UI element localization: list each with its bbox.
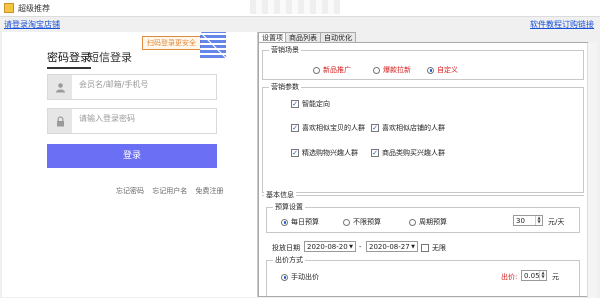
blurred-tab-area: [250, 0, 340, 14]
forgot-username-link[interactable]: 忘记用户名: [152, 187, 187, 195]
budget-unlimited[interactable]: 不限预算: [343, 217, 381, 227]
radio-icon[interactable]: [313, 66, 320, 74]
app-icon: [4, 3, 14, 13]
user-icon: [48, 75, 72, 99]
login-panel: 密码登录 短信登录 扫码登录更安全 登录 忘记密码 忘记用户名 免费注册: [2, 32, 258, 297]
budget-title: 预算设置: [273, 202, 305, 212]
login-shop-link[interactable]: 请登录淘宝店铺: [4, 19, 60, 30]
bidding-title: 出价方式: [273, 255, 305, 265]
window-title: 超级推荐: [18, 4, 50, 13]
basic-info-title: 基本信息: [264, 190, 296, 200]
login-button[interactable]: 登录: [47, 144, 217, 168]
budget-period[interactable]: 周期预算: [409, 217, 447, 227]
scene-option-hot[interactable]: 爆款拉新: [373, 65, 411, 75]
param-similar-items[interactable]: ✓ 喜欢相似宝贝的人群: [291, 123, 365, 133]
checkbox-checked-icon[interactable]: ✓: [291, 100, 299, 108]
bid-unit: 元: [552, 273, 559, 281]
bidding-manual[interactable]: 手动出价: [281, 272, 319, 282]
password-input[interactable]: [77, 113, 211, 124]
budget-value-input[interactable]: 30 ▲ ▼: [513, 215, 543, 226]
qr-code-icon[interactable]: [200, 32, 226, 58]
checkbox-checked-icon[interactable]: ✓: [371, 124, 379, 132]
marketing-params-title: 营销参数: [269, 82, 301, 92]
order-link[interactable]: 订购链接: [562, 19, 594, 30]
top-link-bar: 请登录淘宝店铺 软件教程 订购链接: [0, 16, 600, 32]
param-similar-shops[interactable]: ✓ 喜欢相似店铺的人群: [371, 123, 445, 133]
start-date-picker[interactable]: 2020-08-20 ▼: [304, 241, 356, 252]
bid-value-input[interactable]: 0.05 ▲ ▼: [521, 270, 547, 281]
spinner-icon[interactable]: ▲ ▼: [539, 271, 546, 280]
scene-option-custom[interactable]: 自定义: [427, 65, 458, 75]
basic-info-group: 基本信息 预算设置 每日预算 不限预算 周期预算 30 ▲ ▼ 元/天 投放日期 …: [262, 190, 584, 297]
radio-icon[interactable]: [343, 218, 350, 226]
budget-unit: 元/天: [548, 218, 565, 226]
date-separator: -: [359, 243, 362, 251]
bid-label: 出价:: [501, 273, 518, 281]
username-input[interactable]: [77, 79, 211, 90]
radio-selected-icon[interactable]: [281, 273, 288, 281]
radio-icon[interactable]: [409, 218, 416, 226]
title-bar: 超级推荐: [0, 0, 600, 17]
checkbox-checked-icon[interactable]: ✓: [291, 149, 299, 157]
lock-icon: [48, 109, 72, 133]
forgot-password-link[interactable]: 忘记密码: [116, 187, 144, 195]
chevron-down-icon[interactable]: ▼: [411, 242, 415, 252]
checkbox-checked-icon[interactable]: ✓: [291, 124, 299, 132]
password-field[interactable]: [47, 108, 217, 134]
checkbox-icon[interactable]: [421, 244, 429, 252]
qr-login-tip: 扫码登录更安全: [142, 36, 201, 50]
radio-selected-icon[interactable]: [427, 66, 434, 74]
budget-group: 预算设置 每日预算 不限预算 周期预算 30 ▲ ▼ 元/天: [266, 202, 580, 233]
radio-selected-icon[interactable]: [281, 218, 288, 226]
end-date-picker[interactable]: 2020-08-27 ▼: [366, 241, 418, 252]
scene-option-new[interactable]: 新品推广: [313, 65, 351, 75]
spinner-icon[interactable]: ▲ ▼: [535, 216, 542, 225]
vertical-scrollbar[interactable]: [587, 43, 597, 298]
radio-icon[interactable]: [373, 66, 380, 74]
login-help-links: 忘记密码 忘记用户名 免费注册: [116, 186, 229, 196]
settings-tab-page: 营销场景 新品推广 爆款拉新 自定义 营销参数 ✓ 智能定向 ✓ 喜欢相似宝贝的人群…: [258, 42, 597, 298]
unlimited-date-checkbox[interactable]: 无限: [421, 243, 446, 253]
marketing-scene-title: 营销场景: [269, 45, 301, 55]
marketing-scene-group: 营销场景 新品推广 爆款拉新 自定义: [262, 45, 584, 80]
param-purchase-interest[interactable]: ✓ 商品类购买兴趣人群: [371, 148, 445, 158]
budget-daily[interactable]: 每日预算: [281, 217, 319, 227]
register-link[interactable]: 免费注册: [195, 187, 223, 195]
tab-sms-login[interactable]: 短信登录: [88, 49, 132, 65]
tab-password-login[interactable]: 密码登录: [47, 49, 91, 69]
delivery-date-label: 投放日期: [272, 244, 300, 252]
bidding-group: 出价方式 手动出价 出价: 0.05 ▲ ▼ 元: [266, 255, 580, 296]
checkbox-checked-icon[interactable]: ✓: [371, 149, 379, 157]
marketing-params-group: 营销参数 ✓ 智能定向 ✓ 喜欢相似宝贝的人群 ✓ 喜欢相似店铺的人群 ✓ 精选购物兴趣…: [262, 82, 584, 193]
settings-panel: 设置项 商品列表 自动优化 营销场景 新品推广 爆款拉新 自定义 营销参数 ✓ 智…: [258, 32, 598, 298]
username-field[interactable]: [47, 74, 217, 100]
param-shopping-interest[interactable]: ✓ 精选购物兴趣人群: [291, 148, 358, 158]
tutorial-link[interactable]: 软件教程: [530, 19, 562, 30]
chevron-down-icon[interactable]: ▼: [349, 242, 353, 252]
param-smart-targeting[interactable]: ✓ 智能定向: [291, 99, 330, 109]
